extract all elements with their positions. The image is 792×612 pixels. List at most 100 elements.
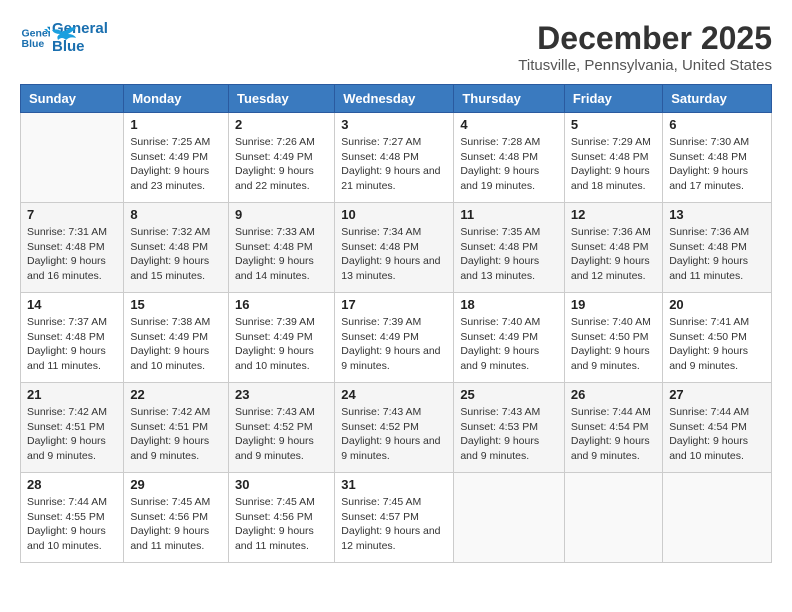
calendar-cell: 11 Sunrise: 7:35 AMSunset: 4:48 PMDayligh…: [454, 203, 565, 293]
day-number: 12: [571, 207, 656, 222]
day-info: Sunrise: 7:45 AMSunset: 4:56 PMDaylight:…: [130, 495, 222, 554]
month-title: December 2025: [518, 20, 772, 57]
calendar-cell: 16 Sunrise: 7:39 AMSunset: 4:49 PMDayligh…: [228, 293, 334, 383]
day-number: 16: [235, 297, 328, 312]
calendar-cell: 24 Sunrise: 7:43 AMSunset: 4:52 PMDayligh…: [335, 383, 454, 473]
calendar-cell: [663, 473, 772, 563]
calendar-cell: 18 Sunrise: 7:40 AMSunset: 4:49 PMDayligh…: [454, 293, 565, 383]
day-info: Sunrise: 7:38 AMSunset: 4:49 PMDaylight:…: [130, 315, 222, 374]
day-number: 18: [460, 297, 558, 312]
day-info: Sunrise: 7:44 AMSunset: 4:54 PMDaylight:…: [669, 405, 765, 464]
day-number: 25: [460, 387, 558, 402]
calendar-cell: 29 Sunrise: 7:45 AMSunset: 4:56 PMDayligh…: [124, 473, 229, 563]
logo: General Blue General Blue: [20, 20, 76, 56]
day-number: 17: [341, 297, 447, 312]
day-number: 13: [669, 207, 765, 222]
day-number: 26: [571, 387, 656, 402]
weekday-header-friday: Friday: [564, 85, 662, 113]
calendar-cell: [564, 473, 662, 563]
weekday-header-row: SundayMondayTuesdayWednesdayThursdayFrid…: [21, 85, 772, 113]
calendar-cell: [454, 473, 565, 563]
logo-bird-icon: [48, 26, 76, 46]
day-info: Sunrise: 7:45 AMSunset: 4:57 PMDaylight:…: [341, 495, 447, 554]
calendar-cell: 19Sunrise: 7:40 AMSunset: 4:50 PMDayligh…: [564, 293, 662, 383]
calendar-table: SundayMondayTuesdayWednesdayThursdayFrid…: [20, 84, 772, 563]
day-info: Sunrise: 7:41 AMSunset: 4:50 PMDaylight:…: [669, 315, 765, 374]
day-info: Sunrise: 7:43 AMSunset: 4:52 PMDaylight:…: [235, 405, 328, 464]
weekday-header-saturday: Saturday: [663, 85, 772, 113]
day-number: 6: [669, 117, 765, 132]
calendar-cell: 27Sunrise: 7:44 AMSunset: 4:54 PMDayligh…: [663, 383, 772, 473]
day-number: 7: [27, 207, 117, 222]
day-info: Sunrise: 7:35 AMSunset: 4:48 PMDaylight:…: [460, 225, 558, 284]
day-info: Sunrise: 7:42 AMSunset: 4:51 PMDaylight:…: [130, 405, 222, 464]
day-number: 4: [460, 117, 558, 132]
day-number: 28: [27, 477, 117, 492]
day-number: 30: [235, 477, 328, 492]
day-info: Sunrise: 7:28 AMSunset: 4:48 PMDaylight:…: [460, 135, 558, 194]
day-number: 21: [27, 387, 117, 402]
day-number: 2: [235, 117, 328, 132]
location-text: Titusville, Pennsylvania, United States: [518, 57, 772, 74]
calendar-cell: 2 Sunrise: 7:26 AMSunset: 4:49 PMDaylight…: [228, 113, 334, 203]
calendar-cell: 15 Sunrise: 7:38 AMSunset: 4:49 PMDayligh…: [124, 293, 229, 383]
weekday-header-tuesday: Tuesday: [228, 85, 334, 113]
day-number: 10: [341, 207, 447, 222]
day-info: Sunrise: 7:44 AMSunset: 4:55 PMDaylight:…: [27, 495, 117, 554]
day-info: Sunrise: 7:30 AMSunset: 4:48 PMDaylight:…: [669, 135, 765, 194]
calendar-cell: [21, 113, 124, 203]
weekday-header-sunday: Sunday: [21, 85, 124, 113]
day-info: Sunrise: 7:36 AMSunset: 4:48 PMDaylight:…: [669, 225, 765, 284]
calendar-cell: 21 Sunrise: 7:42 AMSunset: 4:51 PMDayligh…: [21, 383, 124, 473]
calendar-cell: 28 Sunrise: 7:44 AMSunset: 4:55 PMDayligh…: [21, 473, 124, 563]
day-info: Sunrise: 7:39 AMSunset: 4:49 PMDaylight:…: [341, 315, 447, 374]
calendar-cell: 22 Sunrise: 7:42 AMSunset: 4:51 PMDayligh…: [124, 383, 229, 473]
day-number: 8: [130, 207, 222, 222]
calendar-cell: 25 Sunrise: 7:43 AMSunset: 4:53 PMDayligh…: [454, 383, 565, 473]
weekday-header-monday: Monday: [124, 85, 229, 113]
calendar-cell: 8 Sunrise: 7:32 AMSunset: 4:48 PMDaylight…: [124, 203, 229, 293]
calendar-cell: 26 Sunrise: 7:44 AMSunset: 4:54 PMDayligh…: [564, 383, 662, 473]
calendar-week-5: 28 Sunrise: 7:44 AMSunset: 4:55 PMDayligh…: [21, 473, 772, 563]
day-info: Sunrise: 7:44 AMSunset: 4:54 PMDaylight:…: [571, 405, 656, 464]
day-info: Sunrise: 7:26 AMSunset: 4:49 PMDaylight:…: [235, 135, 328, 194]
day-info: Sunrise: 7:34 AMSunset: 4:48 PMDaylight:…: [341, 225, 447, 284]
calendar-cell: 17 Sunrise: 7:39 AMSunset: 4:49 PMDayligh…: [335, 293, 454, 383]
day-number: 29: [130, 477, 222, 492]
weekday-header-thursday: Thursday: [454, 85, 565, 113]
day-info: Sunrise: 7:27 AMSunset: 4:48 PMDaylight:…: [341, 135, 447, 194]
day-number: 14: [27, 297, 117, 312]
day-info: Sunrise: 7:32 AMSunset: 4:48 PMDaylight:…: [130, 225, 222, 284]
day-number: 9: [235, 207, 328, 222]
calendar-cell: 12 Sunrise: 7:36 AMSunset: 4:48 PMDayligh…: [564, 203, 662, 293]
day-info: Sunrise: 7:40 AMSunset: 4:49 PMDaylight:…: [460, 315, 558, 374]
calendar-cell: 23 Sunrise: 7:43 AMSunset: 4:52 PMDayligh…: [228, 383, 334, 473]
day-info: Sunrise: 7:43 AMSunset: 4:53 PMDaylight:…: [460, 405, 558, 464]
calendar-cell: 20Sunrise: 7:41 AMSunset: 4:50 PMDayligh…: [663, 293, 772, 383]
svg-text:Blue: Blue: [22, 38, 45, 50]
day-info: Sunrise: 7:42 AMSunset: 4:51 PMDaylight:…: [27, 405, 117, 464]
calendar-week-3: 14Sunrise: 7:37 AMSunset: 4:48 PMDayligh…: [21, 293, 772, 383]
calendar-cell: 7 Sunrise: 7:31 AMSunset: 4:48 PMDaylight…: [21, 203, 124, 293]
calendar-cell: 30 Sunrise: 7:45 AMSunset: 4:56 PMDayligh…: [228, 473, 334, 563]
day-info: Sunrise: 7:29 AMSunset: 4:48 PMDaylight:…: [571, 135, 656, 194]
calendar-cell: 10 Sunrise: 7:34 AMSunset: 4:48 PMDayligh…: [335, 203, 454, 293]
day-info: Sunrise: 7:36 AMSunset: 4:48 PMDaylight:…: [571, 225, 656, 284]
day-number: 11: [460, 207, 558, 222]
day-info: Sunrise: 7:45 AMSunset: 4:56 PMDaylight:…: [235, 495, 328, 554]
day-number: 5: [571, 117, 656, 132]
day-number: 24: [341, 387, 447, 402]
day-info: Sunrise: 7:31 AMSunset: 4:48 PMDaylight:…: [27, 225, 117, 284]
day-number: 3: [341, 117, 447, 132]
calendar-cell: 4 Sunrise: 7:28 AMSunset: 4:48 PMDaylight…: [454, 113, 565, 203]
day-number: 19: [571, 297, 656, 312]
calendar-week-2: 7 Sunrise: 7:31 AMSunset: 4:48 PMDaylight…: [21, 203, 772, 293]
day-info: Sunrise: 7:39 AMSunset: 4:49 PMDaylight:…: [235, 315, 328, 374]
day-number: 15: [130, 297, 222, 312]
page-header: General Blue General Blue December 2025 …: [20, 20, 772, 74]
day-number: 22: [130, 387, 222, 402]
day-info: Sunrise: 7:43 AMSunset: 4:52 PMDaylight:…: [341, 405, 447, 464]
day-number: 23: [235, 387, 328, 402]
calendar-cell: 3 Sunrise: 7:27 AMSunset: 4:48 PMDaylight…: [335, 113, 454, 203]
title-block: December 2025 Titusville, Pennsylvania, …: [518, 20, 772, 74]
